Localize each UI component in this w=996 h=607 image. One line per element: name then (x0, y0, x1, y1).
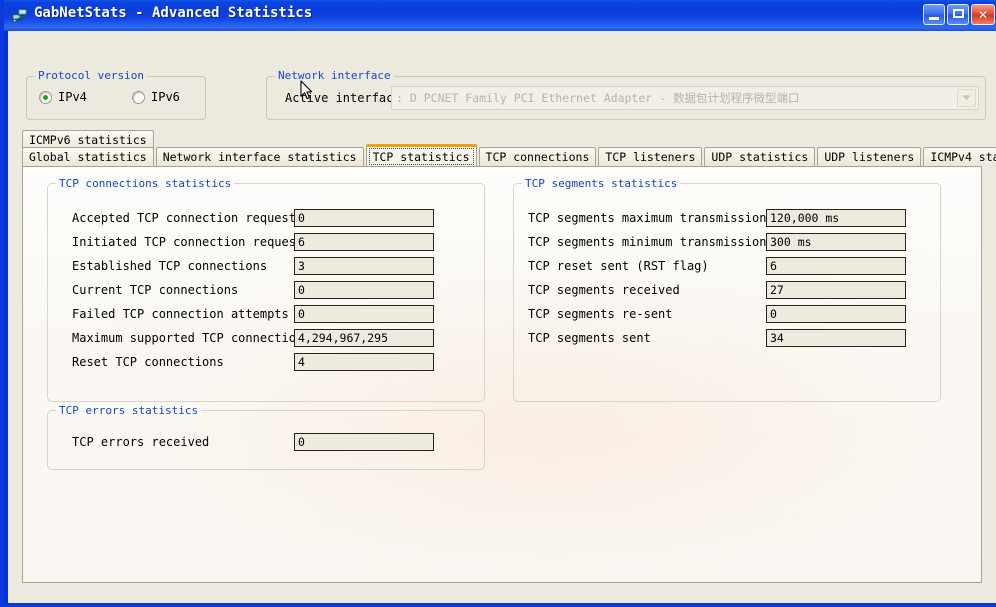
stat-row: TCP segments re-sent 0 (514, 305, 940, 325)
tcp-connections-statistics-legend: TCP connections statistics (56, 177, 235, 190)
tab-strip: ICMPv6 statistics Global statistics Netw… (22, 99, 996, 166)
tab-tcp-listeners[interactable]: TCP listeners (598, 147, 703, 166)
network-interface-legend: Network interface (275, 69, 394, 82)
tcp-segments-statistics-group: TCP segments statistics TCP segments max… (513, 177, 941, 402)
stat-label-tcp-reset-sent: TCP reset sent (RST flag) (528, 259, 709, 273)
stat-row: TCP segments sent 34 (514, 329, 940, 349)
stat-label-tcp-segments-minimum-transmission-time: TCP segments minimum transmission time (528, 235, 766, 249)
stat-value-reset-tcp-connections[interactable]: 4 (294, 353, 434, 371)
stat-label-reset-tcp-connections: Reset TCP connections (72, 355, 224, 369)
maximize-button[interactable] (947, 4, 969, 25)
client-area: Protocol version IPv4 IPv6 Network inter… (8, 31, 996, 603)
tab-tcp-statistics[interactable]: TCP statistics (365, 144, 477, 166)
tab-label: Network interface statistics (162, 150, 357, 164)
tcp-connections-statistics-group: TCP connections statistics Accepted TCP … (47, 177, 485, 402)
close-icon: ✕ (977, 7, 989, 22)
tab-row-lower: Global statistics Network interface stat… (22, 144, 996, 166)
network-computer-icon (11, 7, 29, 24)
protocol-version-legend: Protocol version (35, 69, 147, 82)
stat-row: TCP errors received 0 (48, 433, 484, 453)
tab-label: ICMPv4 statistics (930, 150, 996, 164)
title-bar[interactable]: GabNetStats - Advanced Statistics ✕ (4, 0, 996, 31)
tab-tcp-connections[interactable]: TCP connections (478, 147, 597, 166)
stat-label-established-tcp-connections: Established TCP connections (72, 259, 268, 273)
stat-value-failed-tcp-connection-attempts[interactable]: 0 (294, 305, 434, 323)
tab-udp-statistics[interactable]: UDP statistics (704, 147, 816, 166)
stat-value-initiated-tcp-connection-requests[interactable]: 6 (294, 233, 434, 251)
window-controls: ✕ (923, 4, 995, 25)
tab-label: ICMPv6 statistics (29, 133, 147, 147)
stat-row: Reset TCP connections 4 (48, 353, 484, 373)
tab-label: UDP listeners (824, 150, 915, 164)
stat-value-tcp-segments-minimum-transmission-time[interactable]: 300 ms (766, 233, 906, 251)
stat-value-tcp-errors-received[interactable]: 0 (294, 433, 434, 451)
tab-udp-listeners[interactable]: UDP listeners (817, 147, 922, 166)
stat-row: TCP segments received 27 (514, 281, 940, 301)
stat-label-current-tcp-connections: Current TCP connections (72, 283, 239, 297)
stat-label-tcp-segments-received: TCP segments received (528, 283, 680, 297)
window-title: GabNetStats - Advanced Statistics (34, 5, 313, 21)
stat-value-established-tcp-connections[interactable]: 3 (294, 257, 434, 275)
stat-label-tcp-segments-re-sent: TCP segments re-sent (528, 307, 673, 321)
stat-value-tcp-segments-received[interactable]: 27 (766, 281, 906, 299)
stat-value-current-tcp-connections[interactable]: 0 (294, 281, 434, 299)
stat-row: Initiated TCP connection requests 6 (48, 233, 484, 253)
tab-label: TCP connections (485, 150, 590, 164)
tcp-segments-statistics-legend: TCP segments statistics (522, 177, 681, 190)
minimize-button[interactable] (923, 4, 945, 25)
stat-label-failed-tcp-connection-attempts: Failed TCP connection attempts (72, 307, 289, 321)
tab-label: Global statistics (29, 150, 147, 164)
stat-value-tcp-reset-sent[interactable]: 6 (766, 257, 906, 275)
stat-label-accepted-tcp-connection-requests: Accepted TCP connection requests (72, 211, 304, 225)
stat-row: TCP reset sent (RST flag) 6 (514, 257, 940, 277)
close-button[interactable]: ✕ (971, 4, 995, 25)
tcp-errors-statistics-group: TCP errors statistics TCP errors receive… (47, 404, 485, 470)
stat-value-tcp-segments-sent[interactable]: 34 (766, 329, 906, 347)
application-window: GabNetStats - Advanced Statistics ✕ Prot… (0, 0, 996, 607)
tab-page-tcp-statistics: TCP connections statistics Accepted TCP … (22, 166, 982, 583)
stat-row: TCP segments maximum transmission time 1… (514, 209, 940, 229)
stat-row: Accepted TCP connection requests 0 (48, 209, 484, 229)
stat-label-maximum-supported-tcp-connections: Maximum supported TCP connections (72, 331, 311, 345)
tab-icmpv4-statistics[interactable]: ICMPv4 statistics (923, 147, 996, 166)
stat-value-maximum-supported-tcp-connections[interactable]: 4,294,967,295 (294, 329, 434, 347)
tcp-errors-statistics-legend: TCP errors statistics (56, 404, 202, 417)
tab-label: TCP listeners (605, 150, 696, 164)
tab-network-interface-statistics[interactable]: Network interface statistics (155, 147, 364, 166)
stat-value-tcp-segments-re-sent[interactable]: 0 (766, 305, 906, 323)
stat-row: TCP segments minimum transmission time 3… (514, 233, 940, 253)
stat-row: Current TCP connections 0 (48, 281, 484, 301)
stat-label-initiated-tcp-connection-requests: Initiated TCP connection requests (72, 235, 311, 249)
stat-value-tcp-segments-maximum-transmission-time[interactable]: 120,000 ms (766, 209, 906, 227)
stat-label-tcp-errors-received: TCP errors received (72, 435, 210, 449)
tab-global-statistics[interactable]: Global statistics (22, 147, 154, 166)
tab-label: UDP statistics (711, 150, 809, 164)
stat-row: Established TCP connections 3 (48, 257, 484, 277)
stat-row: Maximum supported TCP connections 4,294,… (48, 329, 484, 349)
stat-value-accepted-tcp-connection-requests[interactable]: 0 (294, 209, 434, 227)
stat-label-tcp-segments-maximum-transmission-time: TCP segments maximum transmission time (528, 211, 766, 225)
stat-label-tcp-segments-sent: TCP segments sent (528, 331, 651, 345)
stat-row: Failed TCP connection attempts 0 (48, 305, 484, 325)
tab-label: TCP statistics (372, 149, 470, 164)
